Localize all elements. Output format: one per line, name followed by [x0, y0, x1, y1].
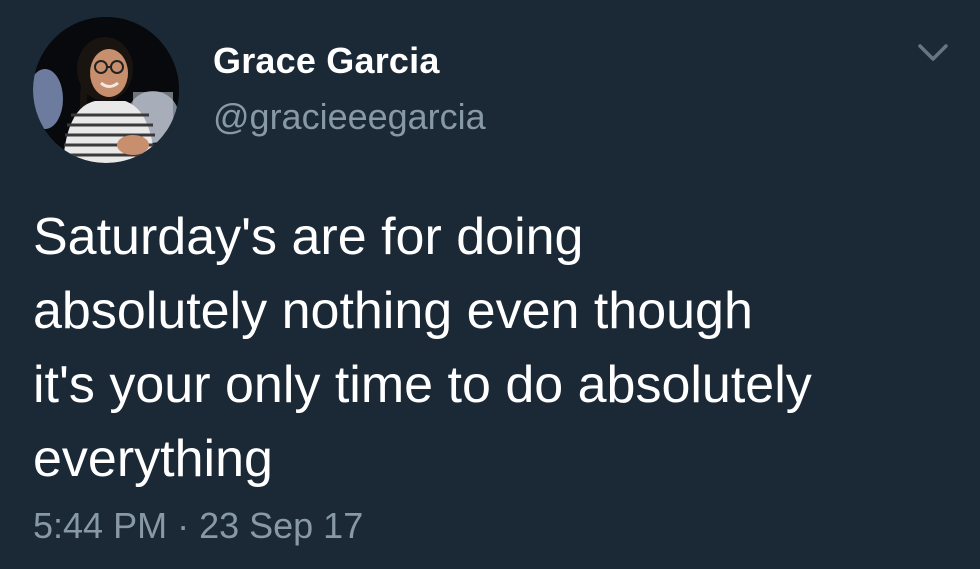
- tweet-timestamp[interactable]: 5:44 PM · 23 Sep 17: [33, 505, 363, 547]
- tweet-card: Grace Garcia @gracieeegarcia Saturday's …: [0, 0, 980, 569]
- user-handle[interactable]: @gracieeegarcia: [213, 96, 486, 138]
- tweet-time: 5:44 PM: [33, 505, 168, 546]
- display-name[interactable]: Grace Garcia: [213, 40, 440, 82]
- tweet-date: 23 Sep 17: [199, 505, 364, 546]
- tweet-text: Saturday's are for doing absolutely noth…: [33, 208, 812, 488]
- chevron-down-icon[interactable]: [916, 40, 950, 64]
- meta-separator: ·: [177, 505, 190, 546]
- avatar[interactable]: [33, 17, 179, 163]
